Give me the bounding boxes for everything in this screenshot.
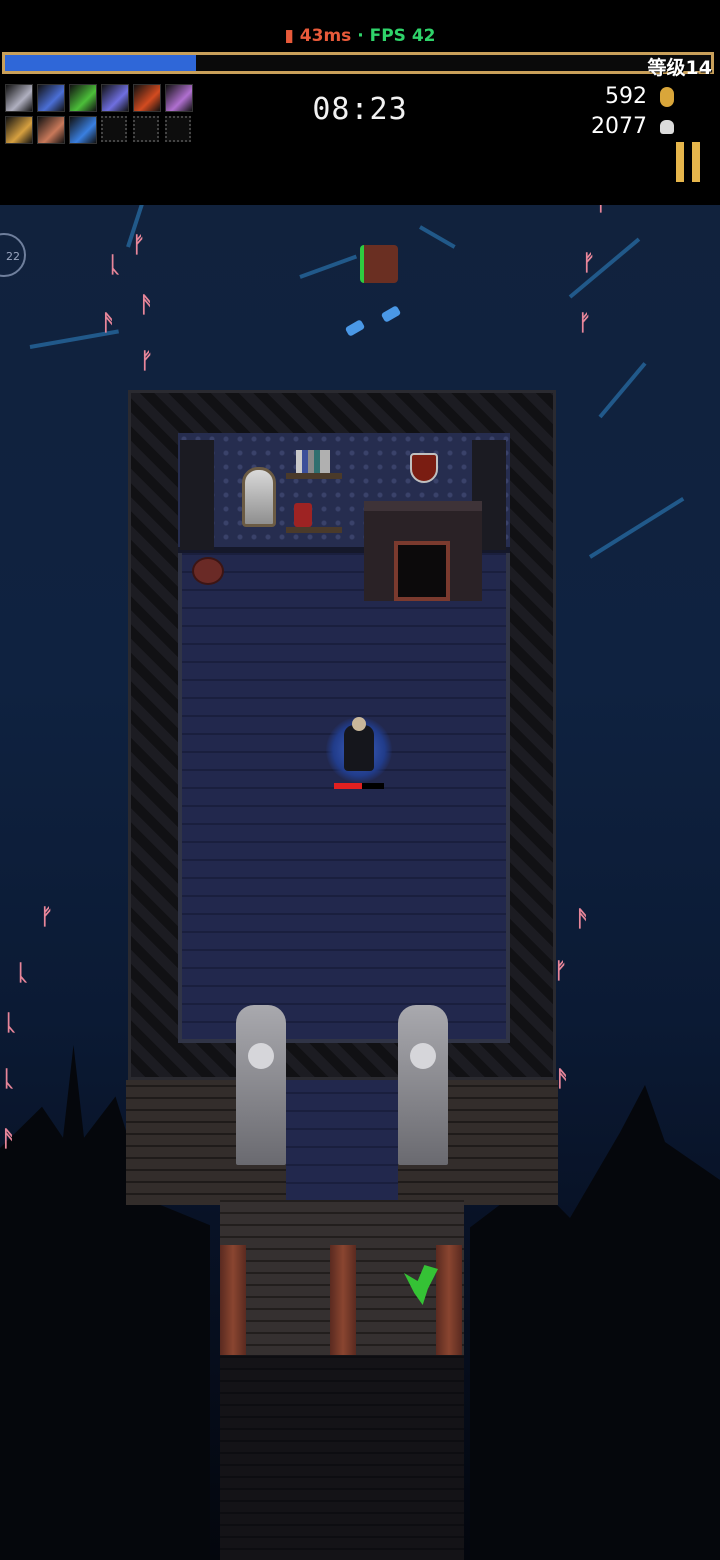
player-character	[344, 725, 374, 771]
pentagram-icon	[165, 84, 193, 112]
wind-streak	[419, 225, 456, 249]
wind-streak	[299, 254, 358, 279]
runetracer-icon	[101, 84, 129, 112]
bat-enemy: ᚳ	[4, 1011, 18, 1036]
skull-icon	[660, 120, 674, 134]
empty-slot-icon	[165, 116, 191, 142]
bat-enemy: ᚠ	[40, 905, 54, 930]
game-stage: ᚪ ᚠ ᚳ ᚫ ᚫ ᚠ ᚠ ᚠ ᚠ ᚳ ᚳ ᚳ ᚫ ᚫ ᚠ ᚫ ᚠ 22	[0, 205, 720, 1560]
bat-enemy: ᚠ	[140, 349, 154, 374]
armor-icon	[37, 116, 65, 144]
bridge-pillar	[330, 1245, 356, 1355]
separator-text: ·	[357, 26, 364, 46]
pause-icon[interactable]	[676, 142, 702, 182]
network-status: ▮ 43ms · FPS 42	[0, 26, 720, 46]
bat-enemy: ᚳ	[2, 1067, 16, 1092]
wind-streak	[568, 237, 641, 299]
survival-timer: 08:23	[312, 92, 408, 127]
fps-text: FPS 42	[369, 26, 436, 46]
fireplace-prop	[364, 501, 482, 601]
bat-enemy: ᚳ	[16, 961, 30, 986]
shelf-prop	[286, 527, 342, 533]
whip-icon	[5, 84, 33, 112]
gold-counter: 592	[605, 84, 674, 109]
shield-decoration	[410, 453, 438, 483]
player-health-bar	[334, 783, 384, 789]
minimap-button[interactable]: 22	[0, 233, 26, 277]
candelabrador-icon	[5, 116, 33, 144]
player-health-fill	[334, 783, 362, 789]
garlic-icon	[69, 84, 97, 112]
bridge-pillar	[220, 1245, 246, 1355]
enemy-sprite	[360, 245, 398, 283]
gate-corridor	[286, 1080, 398, 1200]
wind-streak	[598, 362, 647, 419]
curtain-left	[180, 440, 214, 550]
player-head	[352, 717, 366, 731]
bat-enemy: ᚫ	[102, 311, 116, 336]
bat-enemy: ᚫ	[576, 907, 590, 932]
hud-panel: ▮ 43ms · FPS 42 等级14 08:23 592 2077	[0, 0, 720, 205]
bat-enemy: ᚠ	[132, 233, 146, 258]
bridge-pillar	[436, 1245, 462, 1355]
bat-enemy: ᚠ	[578, 311, 592, 336]
kill-counter: 2077	[591, 114, 674, 139]
fire-wand-icon	[133, 84, 161, 112]
water-reflection	[220, 1355, 464, 1560]
signal-icon: ▮	[284, 26, 294, 46]
wings-icon	[37, 84, 65, 112]
empty-slot-icon	[101, 116, 127, 142]
shelf-prop	[286, 473, 342, 479]
bat-enemy: ᚠ	[582, 251, 596, 276]
level-label: 等级14	[647, 57, 712, 79]
bottles-prop	[294, 503, 312, 527]
books-prop	[296, 450, 330, 473]
mirror-prop	[242, 467, 276, 527]
bat-enemy: ᚫ	[140, 293, 154, 318]
experience-gem	[344, 319, 366, 337]
coin-icon	[660, 87, 674, 107]
bat-enemy: ᚫ	[2, 1127, 16, 1152]
skull-statue-left	[236, 1005, 286, 1165]
bat-enemy: ᚳ	[108, 253, 122, 278]
wind-streak	[588, 497, 685, 559]
bat-enemy: ᚠ	[596, 205, 609, 216]
experience-gem	[380, 305, 402, 323]
ring-icon	[69, 116, 97, 144]
skull-statue-right	[398, 1005, 448, 1165]
stool-prop	[192, 557, 224, 585]
empty-slot-icon	[133, 116, 159, 142]
gold-value: 592	[605, 84, 647, 109]
experience-fill	[5, 55, 196, 71]
kill-value: 2077	[591, 114, 647, 139]
experience-bar	[2, 52, 714, 74]
ping-text: 43ms	[299, 26, 352, 46]
